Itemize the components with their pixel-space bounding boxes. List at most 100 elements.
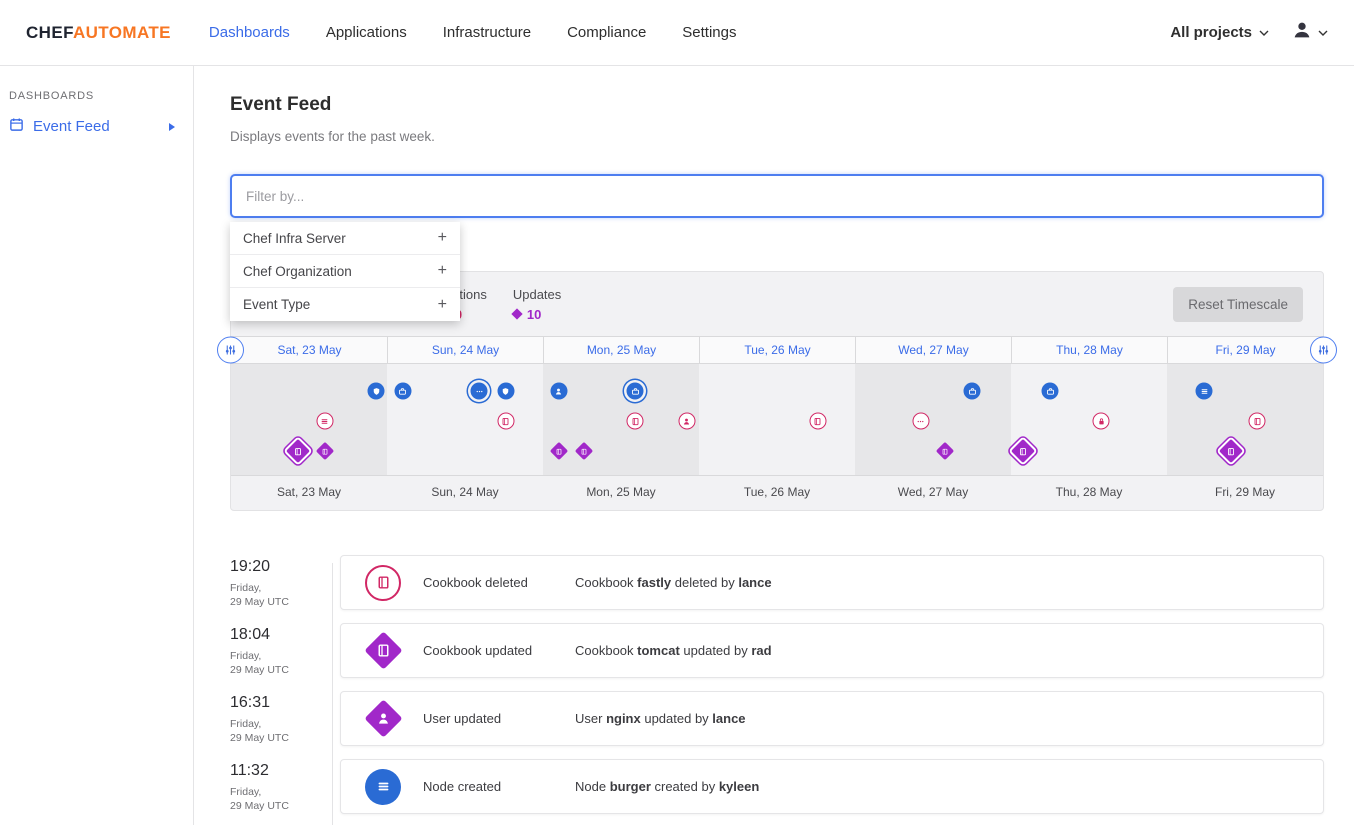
- event-time-label: 19:20: [230, 558, 340, 576]
- reset-timescale-button[interactable]: Reset Timescale: [1173, 287, 1303, 322]
- day-column-stripe: [543, 364, 699, 475]
- day-header-sat[interactable]: Sat, 23 May: [231, 337, 387, 363]
- event-date-label: 29 May UTC: [230, 732, 340, 746]
- day-column-stripe: [387, 364, 543, 475]
- day-column-stripe: [1011, 364, 1167, 475]
- timeline-marker-delete[interactable]: [627, 413, 644, 430]
- event-subject: burger: [610, 779, 651, 794]
- timeline-marker-delete[interactable]: [809, 413, 826, 430]
- event-card[interactable]: Node created Node burger created by kyle…: [340, 759, 1324, 814]
- user-icon: [554, 386, 564, 396]
- event-card[interactable]: Cookbook updated Cookbook tomcat updated…: [340, 623, 1324, 678]
- legend-updates: Updates 10: [513, 287, 561, 322]
- day-header-wed[interactable]: Wed, 27 May: [855, 337, 1011, 363]
- user-icon: [375, 710, 392, 727]
- page-subtitle: Displays events for the past week.: [230, 129, 1324, 144]
- event-row: 19:20 Friday, 29 May UTC Cookbook delete…: [230, 555, 1324, 610]
- cookbook-icon: [1018, 446, 1028, 456]
- day-header-tue[interactable]: Tue, 26 May: [699, 337, 855, 363]
- timeline-marker-delete[interactable]: [1249, 413, 1266, 430]
- axis-label: Wed, 27 May: [855, 485, 1011, 499]
- timeline-marker-delete[interactable]: [316, 413, 333, 430]
- timeline-day-header: Sat, 23 May Sun, 24 May Mon, 25 May Tue,…: [231, 336, 1323, 364]
- timeline-marker-create[interactable]: [471, 383, 488, 400]
- cookbook-icon: [941, 447, 949, 455]
- plus-icon: +: [438, 229, 447, 247]
- cookbook-icon: [813, 416, 823, 426]
- calendar-icon: [9, 117, 24, 136]
- logo-automate: AUTOMATE: [73, 23, 171, 42]
- dots-icon: [474, 386, 484, 396]
- timeline-marker-delete[interactable]: [678, 413, 695, 430]
- user-menu[interactable]: [1291, 19, 1328, 46]
- organization-icon: [630, 386, 640, 396]
- day-header-sun[interactable]: Sun, 24 May: [387, 337, 543, 363]
- filter-bar: Chef Infra Server + Chef Organization + …: [230, 174, 1324, 218]
- event-subject: nginx: [606, 711, 641, 726]
- day-column-stripe: [699, 364, 855, 475]
- event-day-label: Friday,: [230, 582, 340, 596]
- timeline-axis-labels: Sat, 23 May Sun, 24 May Mon, 25 May Tue,…: [231, 476, 1323, 508]
- nav-infrastructure[interactable]: Infrastructure: [443, 24, 531, 41]
- plus-icon: +: [438, 296, 447, 314]
- timeline-marker-create[interactable]: [1042, 383, 1059, 400]
- event-type-label: Cookbook deleted: [423, 575, 575, 590]
- legend-label: Updates: [513, 287, 561, 302]
- cookbook-icon: [375, 574, 392, 591]
- filter-option-chef-infra-server[interactable]: Chef Infra Server +: [230, 222, 460, 255]
- axis-label: Sun, 24 May: [387, 485, 543, 499]
- legend-count: 10: [527, 307, 541, 322]
- axis-label: Mon, 25 May: [543, 485, 699, 499]
- chevron-right-icon: [169, 123, 175, 131]
- event-time-label: 16:31: [230, 694, 340, 712]
- sidebar-item-event-feed[interactable]: Event Feed: [9, 117, 181, 136]
- timeline-marker-create[interactable]: [394, 383, 411, 400]
- timeline-marker-create[interactable]: [550, 383, 567, 400]
- nav-settings[interactable]: Settings: [682, 24, 736, 41]
- cookbook-icon: [501, 416, 511, 426]
- timescale-handle-right[interactable]: [1310, 337, 1337, 364]
- event-type-badge: [365, 769, 401, 805]
- filter-option-chef-organization[interactable]: Chef Organization +: [230, 255, 460, 288]
- day-header-mon[interactable]: Mon, 25 May: [543, 337, 699, 363]
- main-content: Event Feed Displays events for the past …: [194, 66, 1354, 825]
- event-card[interactable]: Cookbook deleted Cookbook fastly deleted…: [340, 555, 1324, 610]
- chevron-down-icon: [1259, 30, 1269, 36]
- chevron-down-icon: [1318, 30, 1328, 36]
- node-icon: [320, 416, 330, 426]
- filter-input[interactable]: [230, 174, 1324, 218]
- cookbook-icon: [1252, 416, 1262, 426]
- nav-dashboards[interactable]: Dashboards: [209, 24, 290, 41]
- timescale-handle-left[interactable]: [217, 337, 244, 364]
- nav-compliance[interactable]: Compliance: [567, 24, 646, 41]
- dots-icon: [916, 416, 926, 426]
- client-icon: [501, 386, 511, 396]
- timeline-marker-create[interactable]: [497, 383, 514, 400]
- event-day-label: Friday,: [230, 786, 340, 800]
- timeline-marker-create[interactable]: [627, 383, 644, 400]
- axis-label: Thu, 28 May: [1011, 485, 1167, 499]
- logo-chef: CHEF: [26, 23, 73, 42]
- event-type-label: User updated: [423, 711, 575, 726]
- timeline-marker-create[interactable]: [1196, 383, 1213, 400]
- event-description: Cookbook fastly deleted by lance: [575, 575, 772, 590]
- timeline-marker-create[interactable]: [964, 383, 981, 400]
- event-card[interactable]: User updated User nginx updated by lance: [340, 691, 1324, 746]
- event-type-badge: [364, 631, 402, 669]
- timeline-marker-delete[interactable]: [1093, 413, 1110, 430]
- chef-automate-logo[interactable]: CHEFAUTOMATE: [26, 23, 171, 43]
- timeline-marker-delete[interactable]: [912, 413, 929, 430]
- cookbook-icon: [1226, 446, 1236, 456]
- user-profile-icon: [1291, 19, 1313, 46]
- nav-applications[interactable]: Applications: [326, 24, 407, 41]
- day-header-thu[interactable]: Thu, 28 May: [1011, 337, 1167, 363]
- filter-option-event-type[interactable]: Event Type +: [230, 288, 460, 321]
- projects-filter[interactable]: All projects: [1170, 24, 1269, 41]
- organization-icon: [398, 386, 408, 396]
- timeline-marker-delete[interactable]: [497, 413, 514, 430]
- day-header-fri[interactable]: Fri, 29 May: [1167, 337, 1323, 363]
- axis-label: Sat, 23 May: [231, 485, 387, 499]
- sidebar: DASHBOARDS Event Feed: [0, 66, 194, 825]
- timeline-marker-create[interactable]: [368, 383, 385, 400]
- cookbook-icon: [580, 447, 588, 455]
